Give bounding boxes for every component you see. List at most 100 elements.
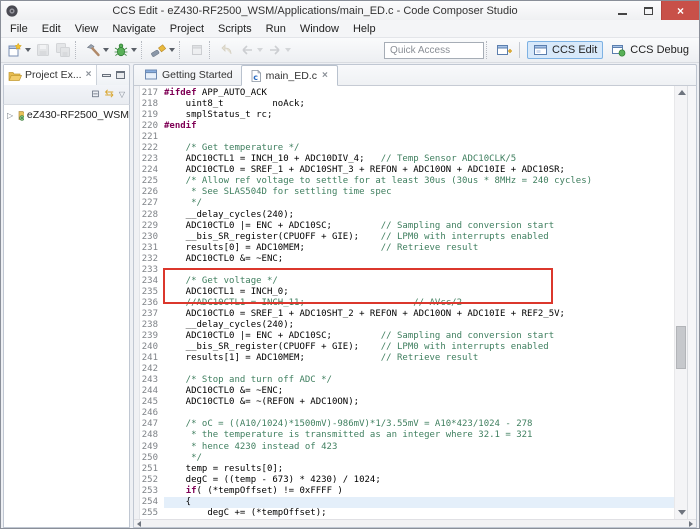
menu-view[interactable]: View bbox=[68, 21, 106, 37]
scroll-left-arrow-icon[interactable] bbox=[137, 520, 141, 527]
line-number: 251 bbox=[141, 463, 158, 474]
code-line: 239 ADC10CTL0 |= ENC + ADC10SC; // Sampl… bbox=[141, 331, 555, 342]
view-menu-icon[interactable]: ▽ bbox=[119, 90, 125, 99]
code-line: 224 ADC10CTL0 = SREF_1 + ADC10SHT_3 + RE… bbox=[141, 165, 565, 176]
line-number: 223 bbox=[141, 154, 158, 165]
line-number: 255 bbox=[141, 507, 158, 518]
back-button[interactable] bbox=[237, 40, 265, 60]
new-wizard-button[interactable] bbox=[5, 40, 33, 60]
scroll-up-arrow-icon[interactable] bbox=[678, 90, 686, 95]
minimize-button[interactable] bbox=[609, 1, 635, 20]
save-button[interactable] bbox=[33, 40, 53, 60]
line-number: 249 bbox=[141, 441, 158, 452]
main-toolbar: CCS Edit CCS Debug bbox=[1, 38, 699, 63]
perspective-ccs-debug[interactable]: CCS Debug bbox=[605, 41, 695, 59]
link-with-editor-icon[interactable]: ⇆ bbox=[105, 89, 114, 100]
scroll-down-arrow-icon[interactable] bbox=[678, 510, 686, 515]
editor-area: Getting Started c main_ED.c × 217 #ifdef … bbox=[133, 64, 697, 528]
code-line: 250 */ bbox=[141, 452, 202, 463]
search-button[interactable] bbox=[149, 40, 177, 60]
open-perspective-button[interactable] bbox=[494, 40, 514, 60]
project-tree: ▷ eZ430-RF2500_WSM bbox=[3, 104, 130, 528]
code-editor[interactable]: 217 #ifdef APP_AUTO_ACK 218 uint8_t noAck;… bbox=[140, 86, 674, 527]
code-line: 233 bbox=[140, 265, 674, 276]
build-button[interactable] bbox=[83, 40, 111, 60]
open-perspective-icon bbox=[497, 45, 513, 55]
perspective-label: CCS Debug bbox=[630, 44, 689, 56]
horizontal-scrollbar[interactable] bbox=[134, 519, 696, 527]
code-line: 229 ADC10CTL0 |= ENC + ADC10SC; // Sampl… bbox=[141, 220, 555, 231]
menu-file[interactable]: File bbox=[3, 21, 35, 37]
vertical-scrollbar[interactable] bbox=[674, 86, 687, 527]
maximize-view-icon[interactable] bbox=[116, 71, 125, 79]
code-line: 226 * See SLAS504D for settling time spe… bbox=[141, 187, 392, 198]
tab-project-explorer[interactable]: Project Ex... × bbox=[4, 65, 98, 85]
quick-access-input[interactable] bbox=[384, 41, 485, 59]
ccs-debug-icon bbox=[612, 45, 626, 57]
code-line: 235 ADC10CTL1 = INCH_0; bbox=[141, 286, 289, 297]
menu-window[interactable]: Window bbox=[293, 21, 346, 37]
project-name: eZ430-RF2500_WSM bbox=[26, 109, 129, 121]
maximize-button[interactable] bbox=[635, 1, 661, 20]
scroll-right-arrow-icon[interactable] bbox=[689, 520, 693, 527]
code-line: 228 __delay_cycles(240); bbox=[141, 209, 295, 220]
code-line: 232 ADC10CTL0 &= ~ENC; bbox=[141, 253, 284, 264]
console-icon bbox=[192, 45, 202, 55]
code-line: 255 degC += (*tempOffset); bbox=[141, 507, 327, 518]
close-button[interactable]: × bbox=[661, 1, 699, 20]
line-number: 246 bbox=[141, 408, 158, 419]
line-number: 220 bbox=[141, 121, 158, 132]
project-explorer-tab-label: Project Ex... bbox=[25, 69, 82, 81]
line-number: 228 bbox=[141, 209, 158, 220]
minimize-view-icon[interactable] bbox=[102, 73, 111, 77]
menu-navigate[interactable]: Navigate bbox=[105, 21, 162, 37]
line-number: 238 bbox=[141, 319, 158, 330]
forward-button[interactable] bbox=[265, 40, 293, 60]
c-file-icon: c bbox=[251, 69, 261, 82]
ccs-edit-icon bbox=[534, 45, 548, 55]
line-number: 229 bbox=[141, 220, 158, 231]
build-hammer-icon bbox=[86, 44, 100, 57]
workbench-area: Project Ex... × ⊟ ⇆ ▽ ▷ eZ430-RF2500_WSM… bbox=[1, 63, 699, 528]
menu-scripts[interactable]: Scripts bbox=[211, 21, 259, 37]
new-wizard-icon bbox=[8, 42, 22, 57]
code-line: 237 ADC10CTL0 = SREF_1 + ADC10SHT_2 + RE… bbox=[141, 308, 565, 319]
line-number: 236 bbox=[141, 297, 158, 308]
tab-main-ed-c[interactable]: c main_ED.c × bbox=[240, 65, 338, 86]
toolbar-separator bbox=[141, 41, 146, 59]
save-all-button[interactable] bbox=[53, 40, 73, 60]
project-folder-icon bbox=[18, 111, 24, 121]
collapse-all-icon[interactable]: ⊟ bbox=[91, 89, 99, 100]
close-icon[interactable]: × bbox=[321, 70, 329, 81]
menu-edit[interactable]: Edit bbox=[35, 21, 68, 37]
editor-tab-label: main_ED.c bbox=[265, 69, 317, 82]
perspective-ccs-edit[interactable]: CCS Edit bbox=[527, 41, 604, 59]
tree-item-project[interactable]: ▷ eZ430-RF2500_WSM bbox=[4, 109, 129, 121]
close-icon[interactable]: × bbox=[85, 70, 93, 80]
expander-icon[interactable]: ▷ bbox=[7, 111, 15, 120]
code-line: 220 #endif bbox=[141, 121, 197, 132]
console-button[interactable] bbox=[187, 40, 207, 60]
toolbar-separator bbox=[486, 41, 491, 59]
overview-ruler[interactable] bbox=[687, 86, 696, 527]
forward-arrow-icon bbox=[270, 45, 280, 55]
back-arrow-icon bbox=[242, 45, 252, 55]
debug-button[interactable] bbox=[111, 40, 139, 60]
menu-project[interactable]: Project bbox=[163, 21, 211, 37]
line-number: 240 bbox=[141, 342, 158, 353]
code-line: 234 /* Get voltage */ bbox=[141, 275, 278, 286]
scrollbar-thumb[interactable] bbox=[676, 326, 686, 369]
menu-run[interactable]: Run bbox=[259, 21, 293, 37]
tab-getting-started[interactable]: Getting Started bbox=[136, 64, 241, 85]
toolbar-separator bbox=[209, 41, 214, 59]
line-number: 222 bbox=[141, 143, 158, 154]
ccs-window: CCS Edit - eZ430-RF2500_WSM/Applications… bbox=[0, 0, 700, 529]
save-all-icon bbox=[56, 43, 70, 57]
code-line: 248 * the temperature is transmitted as … bbox=[141, 430, 533, 441]
last-edit-location-button[interactable] bbox=[217, 40, 237, 60]
line-number: 234 bbox=[141, 275, 158, 286]
open-folder-icon bbox=[8, 71, 22, 81]
code-line: 242 bbox=[140, 364, 674, 375]
menu-help[interactable]: Help bbox=[346, 21, 383, 37]
code-line: 223 ADC10CTL1 = INCH_10 + ADC10DIV_4; //… bbox=[141, 154, 517, 165]
